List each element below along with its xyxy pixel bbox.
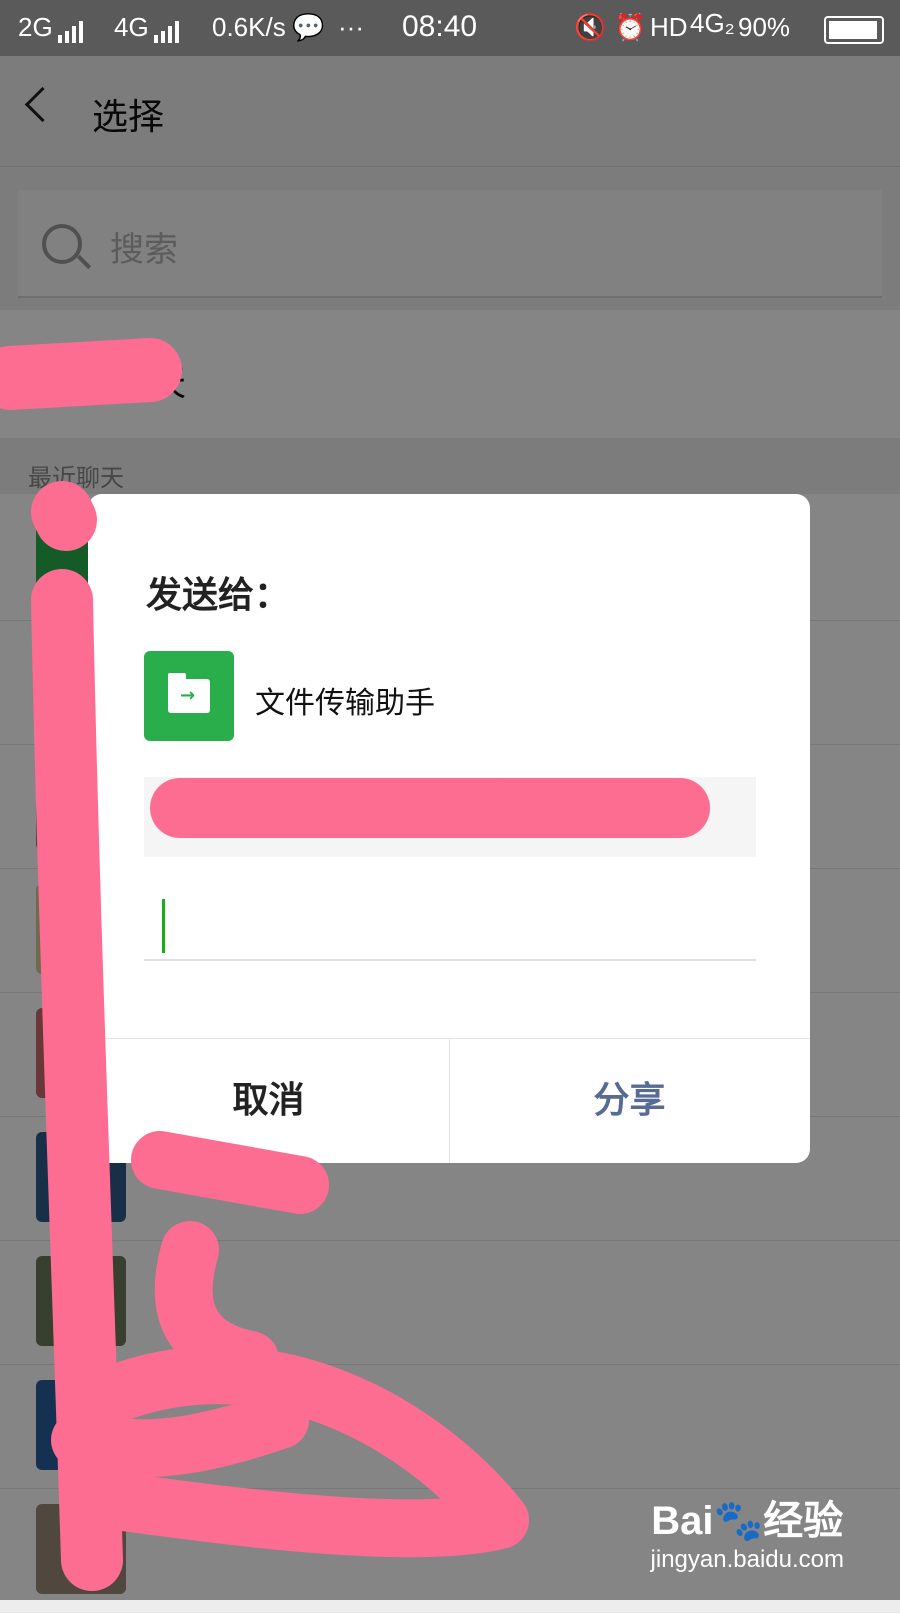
more-notifications-icon: ··· (338, 12, 364, 42)
mute-icon: 🔇 (574, 12, 607, 42)
status-bar: 2G 4G 0.6K/s 💬 ··· 08:40 🔇 ⏰ HD 4G₂ 90% (0, 0, 900, 56)
content-preview: [ (144, 777, 756, 857)
dialog-title: 发送给： (146, 575, 291, 616)
share-button[interactable]: 分享 (449, 1039, 810, 1163)
text-caret (162, 899, 165, 953)
network-speed: 0.6K/s (212, 12, 286, 42)
signal-bars-1 (54, 12, 86, 43)
hd-indicator: HD (650, 12, 688, 42)
signal-bars-2 (150, 12, 182, 43)
clock: 08:40 (402, 10, 478, 43)
watermark-url: jingyan.baidu.com (650, 1546, 844, 1573)
wechat-icon: 💬 (292, 12, 325, 42)
file-transfer-avatar: → (144, 651, 234, 741)
baidu-jingyan-watermark: Bai🐾经验 jingyan.baidu.com (651, 1488, 844, 1574)
send-to-dialog: 发送给： → 文件传输助手 [ 取消 分享 (88, 494, 810, 1163)
network-type-3: 4G₂ (690, 8, 735, 38)
recipient-name: 文件传输助手 (255, 686, 435, 721)
dialog-buttons: 取消 分享 (88, 1038, 810, 1163)
network-type-1: 2G (18, 12, 53, 42)
folder-icon: → (168, 673, 210, 713)
cancel-button[interactable]: 取消 (88, 1039, 450, 1163)
battery-icon (824, 16, 884, 44)
preview-text: [ (162, 801, 173, 834)
watermark-logo: Bai🐾经验 (651, 1499, 844, 1543)
network-type-2: 4G (114, 12, 149, 42)
battery-percent: 90% (738, 12, 791, 42)
alarm-icon: ⏰ (614, 12, 647, 42)
message-input[interactable] (144, 889, 756, 961)
